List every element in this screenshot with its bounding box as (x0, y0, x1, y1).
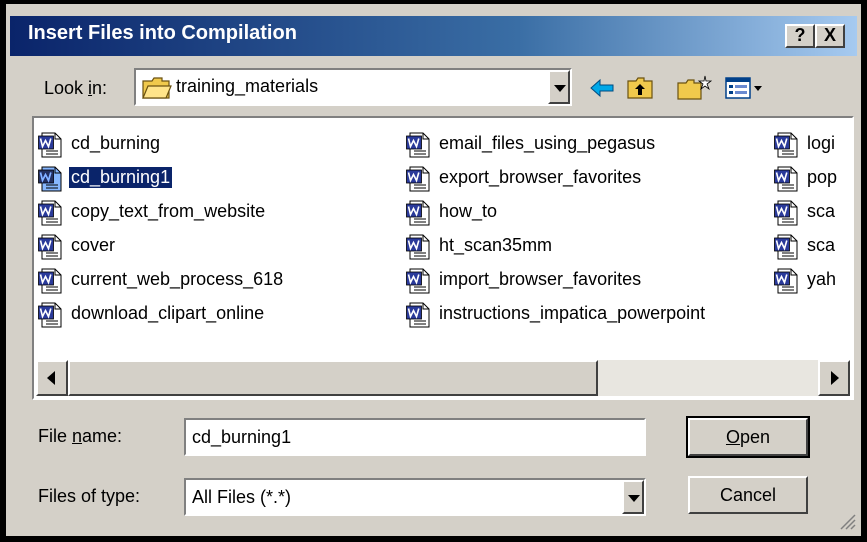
chevron-down-icon (554, 85, 566, 92)
file-name-label: File name: (38, 426, 123, 446)
word-document-icon (774, 166, 798, 192)
cancel-button[interactable]: Cancel (688, 476, 808, 514)
file-name-value: cd_burning1 (192, 427, 292, 447)
file-type-value: All Files (*.*) (192, 487, 292, 507)
file-name-input[interactable]: cd_burning1 (184, 418, 646, 456)
word-document-icon (38, 268, 62, 294)
dialog-title: Insert Files into Compilation (28, 22, 297, 44)
resize-grip-icon[interactable] (838, 512, 856, 530)
file-type-label: Files of type: (38, 486, 141, 506)
view-menu-icon[interactable] (724, 74, 764, 102)
word-document-icon (406, 234, 430, 260)
horizontal-scrollbar[interactable] (36, 360, 850, 396)
word-document-icon (38, 132, 62, 158)
up-folder-icon[interactable] (626, 74, 654, 102)
word-document-icon (774, 234, 798, 260)
word-document-icon (406, 132, 430, 158)
chevron-down-icon (628, 495, 640, 502)
scroll-thumb[interactable] (68, 360, 598, 396)
word-document-icon (38, 166, 62, 192)
help-button[interactable]: ? (785, 24, 815, 48)
file-type-combo[interactable]: All Files (*.*) (184, 478, 646, 516)
arrow-right-icon (831, 371, 839, 385)
arrow-left-icon (47, 371, 55, 385)
scroll-right-button[interactable] (818, 360, 850, 396)
title-bar[interactable]: Insert Files into Compilation ? X (10, 16, 857, 56)
word-document-icon (406, 166, 430, 192)
word-document-icon (774, 132, 798, 158)
back-arrow-icon[interactable] (588, 74, 616, 102)
file-type-dropdown-button[interactable] (622, 480, 644, 514)
close-button[interactable]: X (815, 24, 845, 48)
word-document-icon (406, 200, 430, 226)
file-list-content: cd_burning cd_burning1 copy_text_from_we… (34, 118, 852, 400)
word-document-icon (774, 268, 798, 294)
open-button[interactable]: Open (686, 416, 810, 458)
word-document-icon (38, 234, 62, 260)
look-in-label: Look in: (44, 78, 108, 98)
new-folder-icon[interactable] (676, 74, 712, 102)
folder-icon (142, 77, 172, 99)
scroll-left-button[interactable] (36, 360, 68, 396)
word-document-icon (774, 200, 798, 226)
word-document-icon (406, 302, 430, 328)
look-in-value: training_materials (176, 76, 319, 96)
word-document-icon (38, 302, 62, 328)
look-in-combo[interactable]: training_materials (134, 68, 572, 106)
look-in-dropdown-button[interactable] (548, 70, 570, 104)
dialog-window: Insert Files into Compilation ? X Look i… (0, 0, 867, 542)
word-document-icon (38, 200, 62, 226)
word-document-icon (406, 268, 430, 294)
